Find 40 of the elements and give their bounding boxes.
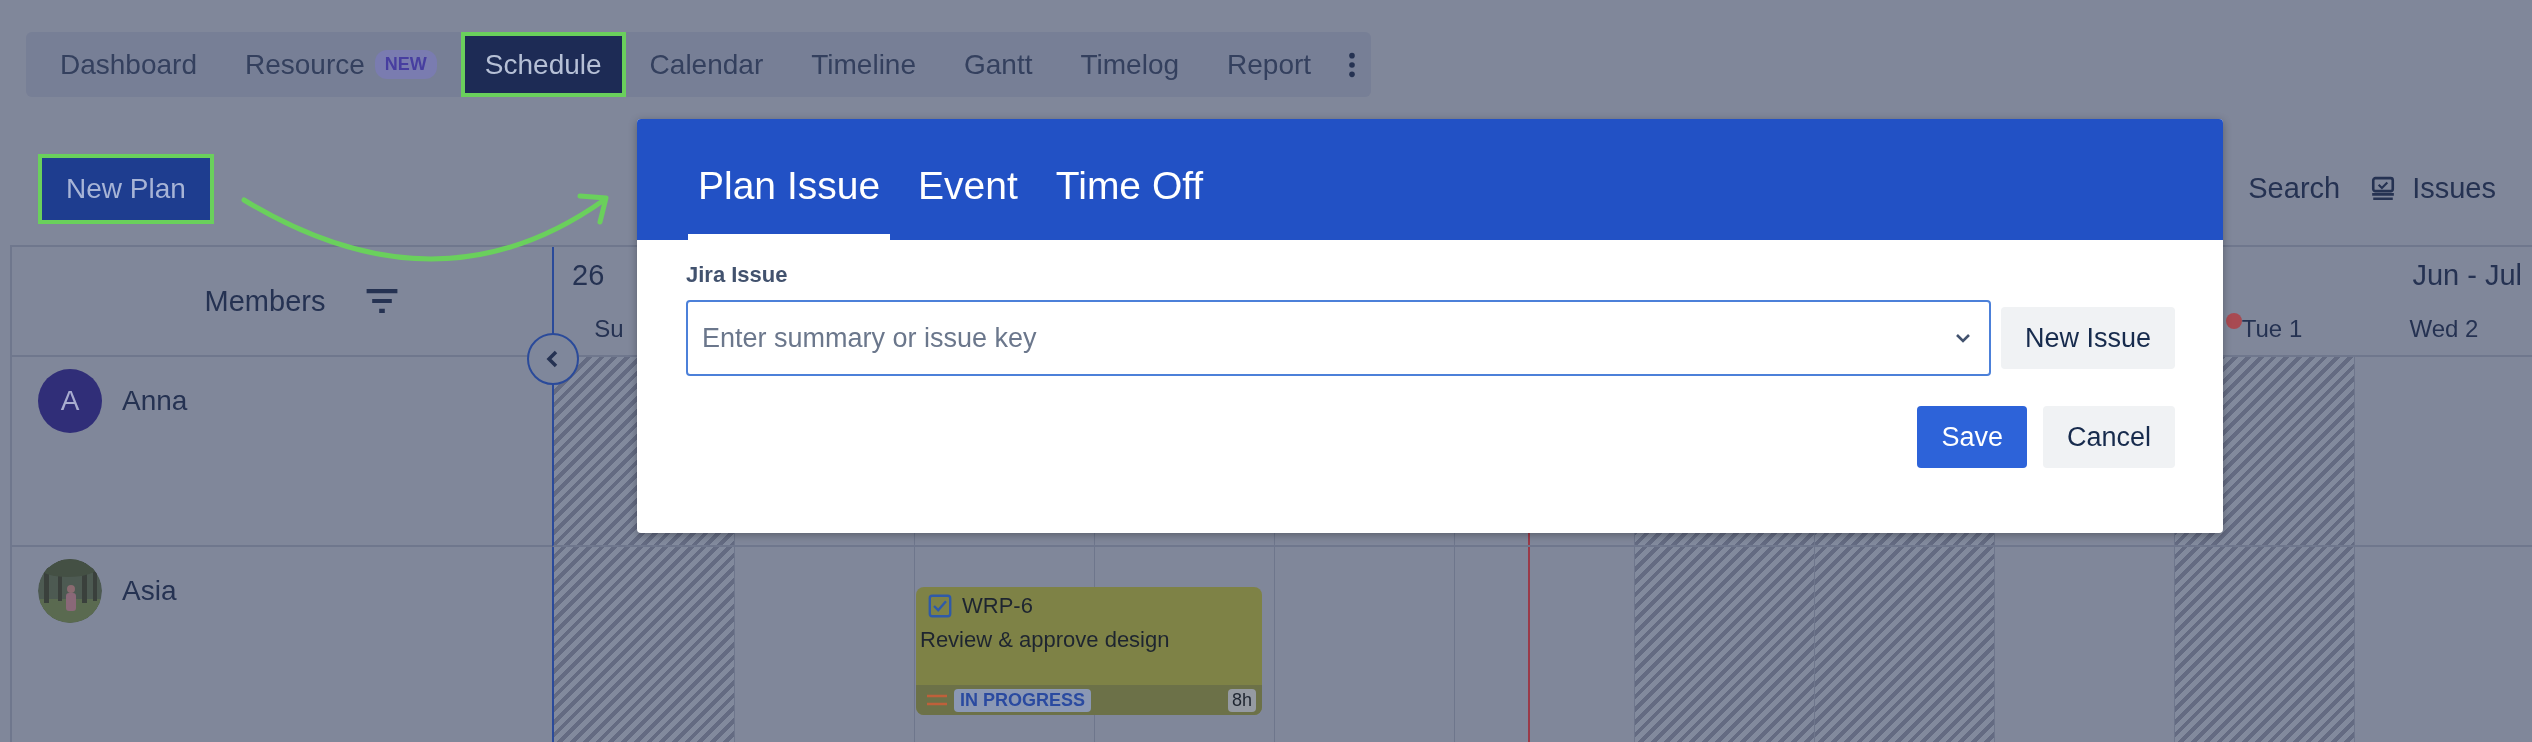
issue-summary: Review & approve design [919,626,1171,653]
date-range-label: Jun - Jul [2412,259,2522,293]
cancel-button[interactable]: Cancel [2042,406,2175,468]
nav-tab[interactable]: Timeline [787,32,940,97]
day-label: Tue 1 [2241,315,2303,343]
save-button[interactable]: Save [1917,406,2027,468]
dialog-tab[interactable]: Plan Issue [688,164,891,240]
filter-icon[interactable] [365,287,400,315]
nav-tab[interactable]: Schedule [460,32,626,97]
plan-card[interactable]: WRP-6 Review & approve design IN PROGRESS 8h [916,587,1262,715]
priority-icon [926,693,948,707]
dialog-tab[interactable]: Time Off [1045,164,1214,240]
members-header: Members [204,284,326,318]
nav-tab[interactable]: Report [1203,32,1336,97]
laptop-icon[interactable] [2370,175,2397,202]
field-label: Jira Issue [686,262,789,288]
day-label: Wed 2 [2409,315,2479,343]
avatar: A [38,369,102,433]
nav-tab[interactable]: Gantt [940,32,1057,97]
status-lozenge: IN PROGRESS [954,688,1092,712]
nav-tab[interactable]: Dashboard [36,32,221,97]
search-button[interactable]: Search [2248,172,2341,205]
chevron-down-icon [1954,333,1971,343]
new-badge: NEW [374,50,437,79]
more-icon[interactable] [1347,50,1358,79]
new-issue-button[interactable]: New Issue [2000,307,2175,369]
nav-tab[interactable]: Timelog [1056,32,1204,97]
day-label: Su [594,315,624,343]
issue-select[interactable]: Enter summary or issue key [686,300,1991,376]
dialog-tab[interactable]: Event [908,164,1028,240]
new-plan-button[interactable]: New Plan [38,153,214,224]
member-name: Asia [122,575,177,607]
hours-badge: 8h [1227,688,1256,712]
issue-key: WRP-6 [962,593,1033,619]
member-name: Anna [122,385,188,417]
nav-tab[interactable]: Calendar [625,32,788,97]
collapse-button[interactable] [526,332,580,386]
issues-button[interactable]: Issues [2412,172,2496,205]
week-label: 26 [572,259,605,293]
nav-tab[interactable]: Resource NEW [221,32,461,97]
